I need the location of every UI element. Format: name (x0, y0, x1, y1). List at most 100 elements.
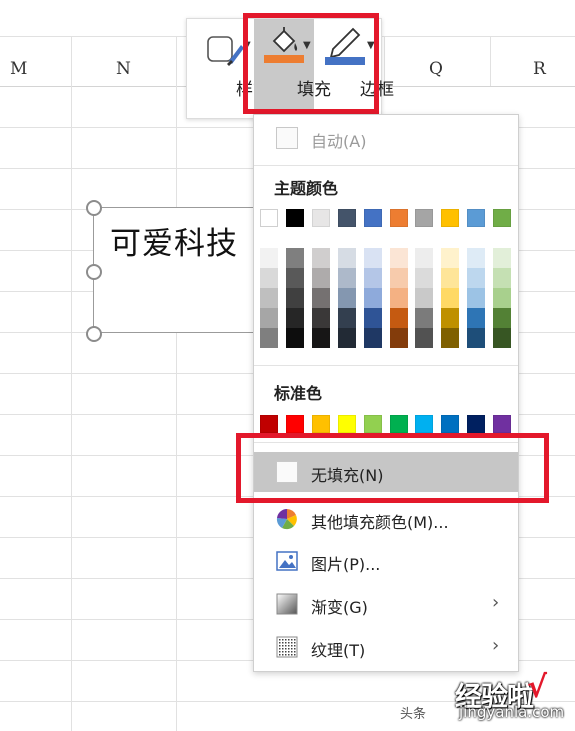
theme-shade-swatch[interactable] (389, 248, 408, 268)
menu-item-texture[interactable]: 纹理(T) › (254, 627, 518, 667)
theme-shade-swatch[interactable] (285, 328, 304, 348)
theme-shade-swatch[interactable] (311, 248, 330, 268)
theme-shade-swatch[interactable] (441, 308, 460, 328)
theme-shade-swatch[interactable] (467, 288, 486, 308)
theme-shade-swatch[interactable] (441, 268, 460, 288)
theme-shade-swatch[interactable] (285, 288, 304, 308)
theme-shade-swatch[interactable] (441, 328, 460, 348)
grid-line (490, 36, 491, 86)
menu-item-automatic-label: 自动(A) (311, 132, 367, 151)
theme-shade-swatch[interactable] (260, 328, 278, 348)
theme-shade-swatch[interactable] (337, 308, 356, 328)
menu-item-texture-label: 纹理(T) (311, 641, 366, 660)
theme-color-swatch[interactable] (493, 209, 512, 227)
watermark-check-icon: √ (527, 670, 548, 705)
shape-style-icon (207, 36, 244, 66)
menu-item-gradient[interactable]: 渐变(G) › (254, 584, 518, 624)
theme-shade-swatch[interactable] (415, 308, 434, 328)
standard-color-swatch[interactable] (441, 415, 460, 433)
theme-shade-swatch[interactable] (467, 248, 486, 268)
theme-color-swatch[interactable] (260, 209, 278, 227)
column-header-m[interactable]: M (10, 59, 27, 79)
theme-shade-swatch[interactable] (389, 288, 408, 308)
theme-shade-swatch[interactable] (415, 248, 434, 268)
theme-shade-swatch[interactable] (311, 308, 330, 328)
theme-shade-swatch[interactable] (493, 308, 512, 328)
menu-item-picture[interactable]: 图片(P)... (254, 541, 518, 581)
theme-shade-swatch[interactable] (311, 288, 330, 308)
theme-shade-swatch[interactable] (441, 288, 460, 308)
theme-shade-swatch[interactable] (467, 328, 486, 348)
theme-shade-swatch[interactable] (363, 248, 382, 268)
theme-color-swatch[interactable] (363, 209, 382, 227)
theme-shade-swatch[interactable] (363, 288, 382, 308)
gradient-icon (276, 593, 298, 615)
theme-shade-swatch[interactable] (363, 328, 382, 348)
theme-shade-swatch[interactable] (441, 248, 460, 268)
shape-text[interactable]: 可爱科技 (110, 218, 238, 263)
column-header-r[interactable]: R (533, 59, 546, 79)
theme-shade-swatch[interactable] (467, 308, 486, 328)
theme-shade-swatch[interactable] (415, 328, 434, 348)
theme-shade-swatch[interactable] (337, 248, 356, 268)
menu-separator (254, 165, 518, 166)
theme-shade-swatch[interactable] (260, 248, 278, 268)
highlight-frame-fill-border (243, 13, 379, 114)
theme-color-swatch[interactable] (285, 209, 304, 227)
menu-item-picture-label: 图片(P)... (311, 555, 381, 574)
theme-shade-swatch[interactable] (337, 328, 356, 348)
theme-color-swatch[interactable] (337, 209, 356, 227)
standard-color-swatch[interactable] (285, 415, 304, 433)
resize-handle-top-left[interactable] (86, 200, 102, 216)
column-header-q[interactable]: Q (429, 59, 443, 79)
texture-icon (276, 636, 298, 658)
menu-item-automatic[interactable]: 自动(A) (254, 118, 518, 158)
watermark-url: jingyanla.com (459, 703, 565, 721)
theme-shade-swatch[interactable] (260, 268, 278, 288)
theme-shade-swatch[interactable] (363, 268, 382, 288)
grid-line (71, 36, 72, 731)
standard-color-swatch[interactable] (363, 415, 382, 433)
theme-shade-swatch[interactable] (311, 268, 330, 288)
theme-color-swatch[interactable] (467, 209, 486, 227)
theme-shade-swatch[interactable] (311, 328, 330, 348)
theme-color-swatch[interactable] (415, 209, 434, 227)
fill-color-dropdown: 自动(A) 主题颜色 标准色 无填充(N) 其他填充颜色(M)... 图片(P)… (253, 114, 519, 672)
theme-shade-swatch[interactable] (493, 288, 512, 308)
standard-color-swatch[interactable] (311, 415, 330, 433)
theme-shade-swatch[interactable] (260, 288, 278, 308)
theme-shade-swatch[interactable] (285, 268, 304, 288)
standard-color-swatch[interactable] (337, 415, 356, 433)
resize-handle-middle-left[interactable] (86, 264, 102, 280)
column-header-n[interactable]: N (116, 59, 131, 79)
menu-item-more-fill-colors-label: 其他填充颜色(M)... (311, 513, 449, 532)
theme-shade-swatch[interactable] (415, 268, 434, 288)
theme-shade-swatch[interactable] (285, 308, 304, 328)
theme-color-swatch[interactable] (389, 209, 408, 227)
theme-shade-swatch[interactable] (415, 288, 434, 308)
theme-shade-swatch[interactable] (337, 268, 356, 288)
theme-shade-swatch[interactable] (467, 268, 486, 288)
theme-shade-swatch[interactable] (260, 308, 278, 328)
standard-color-swatch[interactable] (260, 415, 278, 433)
theme-shade-swatch[interactable] (337, 288, 356, 308)
watermark-prefix: 头条 (400, 707, 427, 722)
resize-handle-bottom-left[interactable] (86, 326, 102, 342)
theme-shade-swatch[interactable] (285, 248, 304, 268)
highlight-frame-no-fill (236, 433, 549, 503)
menu-item-more-fill-colors[interactable]: 其他填充颜色(M)... (254, 499, 518, 539)
theme-shade-swatch[interactable] (389, 268, 408, 288)
chevron-right-icon: › (492, 592, 500, 613)
theme-shade-swatch[interactable] (493, 248, 512, 268)
standard-color-swatch[interactable] (415, 415, 434, 433)
standard-color-swatch[interactable] (389, 415, 408, 433)
theme-shade-swatch[interactable] (389, 328, 408, 348)
theme-shade-swatch[interactable] (389, 308, 408, 328)
theme-shade-swatch[interactable] (493, 328, 512, 348)
theme-color-swatch[interactable] (311, 209, 330, 227)
theme-shade-swatch[interactable] (493, 268, 512, 288)
theme-shade-swatch[interactable] (363, 308, 382, 328)
standard-color-swatch[interactable] (493, 415, 512, 433)
standard-color-swatch[interactable] (467, 415, 486, 433)
theme-color-swatch[interactable] (441, 209, 460, 227)
